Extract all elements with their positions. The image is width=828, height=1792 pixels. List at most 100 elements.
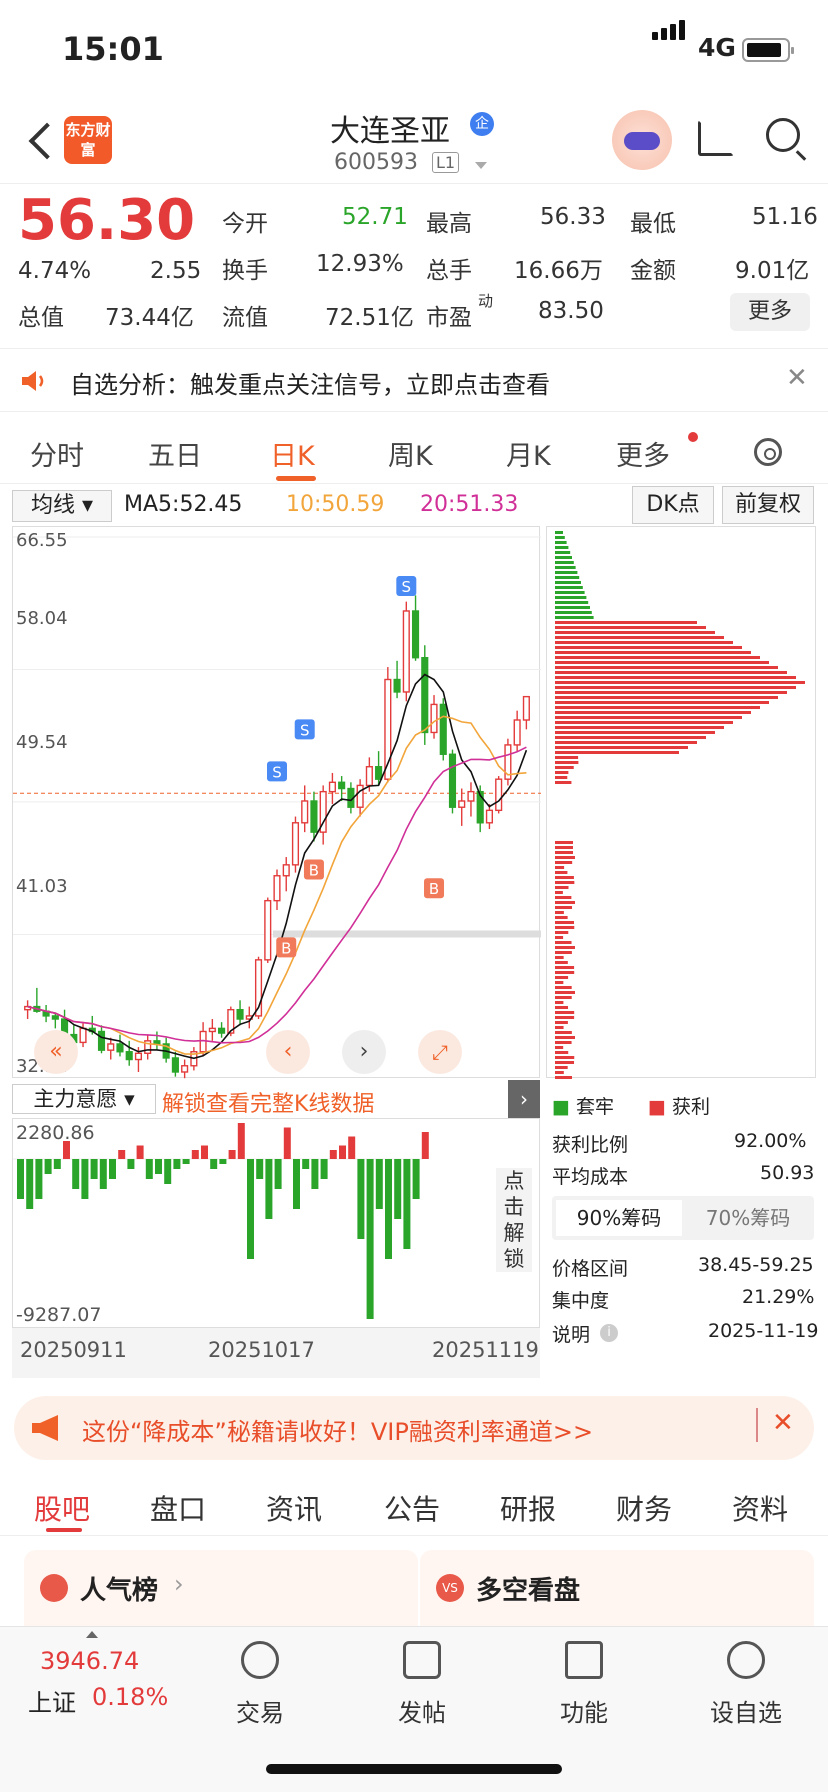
tab-announcements[interactable]: 公告 bbox=[384, 1488, 440, 1528]
tab-underline bbox=[276, 476, 316, 481]
index-value[interactable]: 3946.74 bbox=[40, 1647, 139, 1675]
chip-bar bbox=[555, 1031, 572, 1034]
chip-bar bbox=[555, 661, 769, 664]
abs-change: 2.55 bbox=[150, 258, 202, 284]
rewind-icon[interactable]: « bbox=[34, 1030, 78, 1074]
flow-bar bbox=[348, 1136, 356, 1159]
chip-bar bbox=[555, 611, 592, 614]
candle-body bbox=[467, 790, 475, 802]
flow-bar bbox=[375, 1159, 383, 1209]
chip-bar bbox=[555, 921, 575, 924]
close-icon[interactable]: ✕ bbox=[772, 1408, 794, 1438]
tab-weekly-k[interactable]: 周K bbox=[388, 434, 433, 473]
chip-bar bbox=[555, 851, 573, 854]
flow-bar bbox=[329, 1150, 337, 1159]
chip-bar bbox=[555, 1076, 572, 1079]
chip-bar bbox=[555, 966, 575, 969]
profit-value: 92.00% bbox=[734, 1130, 807, 1152]
ma-select[interactable]: 均线 ▾ bbox=[12, 490, 112, 522]
chip-bar bbox=[555, 601, 589, 604]
next-icon[interactable]: › bbox=[342, 1030, 386, 1074]
tab-finance[interactable]: 财务 bbox=[616, 1488, 672, 1528]
flow-bar bbox=[219, 1159, 227, 1164]
chip-bar bbox=[555, 956, 564, 959]
functions-button[interactable]: 功能 bbox=[524, 1641, 644, 1728]
chip-bar bbox=[555, 846, 573, 849]
candle-body bbox=[171, 1057, 179, 1073]
avg-cost-value: 50.93 bbox=[760, 1162, 815, 1184]
tab-more[interactable]: 更多 bbox=[616, 434, 670, 473]
unlock-link[interactable]: 解锁查看完整K线数据 bbox=[162, 1086, 374, 1118]
turnover-label: 换手 bbox=[222, 258, 268, 284]
chip-bar bbox=[555, 586, 583, 589]
legend-trapped: 套牢 bbox=[576, 1096, 615, 1118]
tab-profile[interactable]: 资料 bbox=[732, 1488, 788, 1528]
legend-profit-swatch: ■ bbox=[648, 1096, 666, 1118]
notice-bar[interactable]: 自选分析：触发重点关注信号，立即点击查看 ✕ bbox=[0, 348, 828, 412]
chevron-down-icon[interactable] bbox=[475, 162, 487, 169]
chip-bar bbox=[555, 971, 575, 974]
gear-icon[interactable] bbox=[754, 438, 782, 466]
tab-daily-k[interactable]: 日K bbox=[270, 434, 315, 473]
side-unlock[interactable]: 点击解锁 bbox=[496, 1168, 532, 1272]
adjust-button[interactable]: 前复权 bbox=[722, 486, 814, 524]
level-badge[interactable]: L1 bbox=[432, 152, 460, 173]
edit-icon bbox=[403, 1641, 441, 1679]
chip-bar bbox=[555, 546, 569, 549]
back-icon[interactable] bbox=[28, 122, 66, 160]
chip-bar bbox=[555, 1056, 575, 1059]
tab-70-chips[interactable]: 70%筹码 bbox=[686, 1200, 810, 1236]
chip-bar bbox=[555, 731, 715, 734]
dk-point-button[interactable]: DK点 bbox=[632, 486, 714, 524]
tab-guba[interactable]: 股吧 bbox=[34, 1488, 90, 1528]
post-button[interactable]: 发帖 bbox=[362, 1641, 482, 1728]
tab-five-day[interactable]: 五日 bbox=[148, 434, 202, 473]
battery-icon bbox=[742, 38, 794, 62]
amount-value: 9.01亿 bbox=[735, 258, 810, 284]
chip-bar bbox=[555, 946, 575, 949]
tab-pankou[interactable]: 盘口 bbox=[150, 1488, 206, 1528]
flow-bar bbox=[311, 1159, 319, 1189]
close-icon[interactable]: ✕ bbox=[786, 363, 808, 393]
candle-body bbox=[393, 678, 401, 693]
chevron-right-icon: › bbox=[174, 1570, 184, 1598]
post-label: 发帖 bbox=[398, 1699, 446, 1727]
share-icon[interactable] bbox=[698, 120, 734, 156]
chip-bar bbox=[555, 716, 742, 719]
flow-bar bbox=[35, 1159, 43, 1199]
tab-research[interactable]: 研报 bbox=[500, 1488, 556, 1528]
chip-bar bbox=[555, 1006, 569, 1009]
tab-minute[interactable]: 分时 bbox=[30, 434, 84, 473]
more-button[interactable]: 更多 bbox=[730, 293, 810, 331]
chip-bar bbox=[555, 741, 697, 744]
prev-icon[interactable]: ‹ bbox=[266, 1030, 310, 1074]
promo-banner[interactable]: 这份“降成本”秘籍请收好！VIP融资利率通道>> ✕ bbox=[14, 1396, 814, 1460]
range-label: 价格区间 bbox=[552, 1258, 629, 1280]
chip-bar bbox=[555, 581, 581, 584]
chip-bar bbox=[555, 676, 796, 679]
index-name: 上证 bbox=[28, 1689, 76, 1717]
chip-bar bbox=[555, 911, 564, 914]
tab-monthly-k[interactable]: 月K bbox=[506, 434, 551, 473]
tab-90-chips[interactable]: 90%筹码 bbox=[556, 1200, 682, 1236]
date-note-value: 2025-11-19 bbox=[708, 1320, 819, 1342]
enterprise-badge: 企 bbox=[470, 112, 494, 136]
chip-bar bbox=[555, 686, 796, 689]
trade-button[interactable]: 交易 bbox=[200, 1641, 320, 1728]
chevron-right-icon[interactable]: › bbox=[508, 1080, 540, 1118]
expand-icon[interactable]: ⤢ bbox=[418, 1030, 462, 1074]
chip-bar bbox=[555, 566, 576, 569]
chip-bar bbox=[555, 701, 769, 704]
low-value: 51.16 bbox=[752, 204, 818, 230]
search-icon[interactable] bbox=[766, 118, 800, 152]
volume-label: 总手 bbox=[426, 258, 472, 284]
caret-up-icon[interactable] bbox=[86, 1631, 98, 1638]
flow-bar bbox=[81, 1159, 89, 1199]
kline-chart[interactable]: SSSBBBB bbox=[12, 526, 541, 1107]
flow-select[interactable]: 主力意愿 ▾ bbox=[12, 1084, 156, 1114]
info-icon[interactable]: i bbox=[600, 1324, 618, 1342]
ai-assistant-icon[interactable] bbox=[612, 110, 672, 170]
flow-bar bbox=[283, 1127, 291, 1159]
add-watchlist-button[interactable]: 设自选 bbox=[686, 1641, 806, 1728]
tab-news[interactable]: 资讯 bbox=[266, 1488, 322, 1528]
